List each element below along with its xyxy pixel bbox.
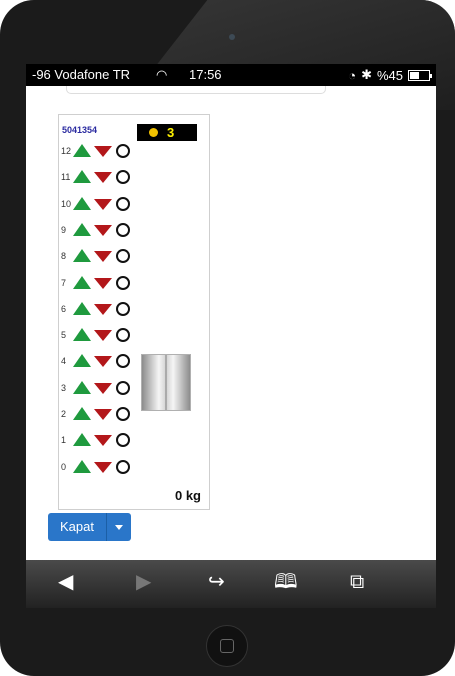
- elevator-panel: 5041354 3 12 11 10 9 8 7 6 5 4 3 2 1 0 0 kg: [58, 114, 210, 510]
- floor-row: 1: [59, 432, 149, 450]
- forward-arrow-icon[interactable]: ▶: [136, 572, 151, 592]
- call-up-icon[interactable]: [73, 222, 91, 236]
- wifi-icon: ◠: [156, 67, 168, 82]
- floor-row: 0: [59, 459, 149, 477]
- status-right: ◔ ✱ %45: [348, 67, 432, 83]
- floor-call-icon[interactable]: [116, 249, 130, 264]
- floor-row: 8: [59, 248, 149, 266]
- floor-row: 11: [59, 169, 149, 187]
- floor-number: 11: [61, 172, 71, 183]
- floor-number: 7: [61, 277, 67, 288]
- elevator-count: 3: [167, 125, 175, 140]
- page-top-edge: [66, 86, 326, 94]
- elevator-car-icon: [141, 354, 191, 411]
- floor-number: 5: [61, 330, 67, 341]
- call-up-icon[interactable]: [73, 328, 91, 342]
- floor-row: 3: [59, 380, 149, 398]
- call-up-icon[interactable]: [73, 170, 91, 184]
- floor-row: 2: [59, 406, 149, 424]
- call-down-icon[interactable]: [94, 330, 112, 342]
- floor-number: 0: [61, 461, 67, 472]
- home-button[interactable]: [206, 625, 248, 667]
- floor-call-icon[interactable]: [116, 301, 130, 316]
- floor-call-icon[interactable]: [116, 433, 130, 448]
- floor-number: 9: [61, 224, 67, 235]
- call-up-icon[interactable]: [73, 196, 91, 210]
- call-up-icon[interactable]: [73, 407, 91, 420]
- floor-row: 4: [59, 353, 149, 371]
- floor-number: 6: [61, 303, 67, 314]
- floor-row: 10: [59, 196, 149, 214]
- tablet-device: -96 Vodafone TR ◠ 17:56 ◔ ✱ %45 5041354 …: [0, 0, 455, 676]
- caret-down-icon: [114, 524, 123, 530]
- status-dot-icon: [149, 128, 158, 137]
- call-down-icon[interactable]: [94, 172, 112, 184]
- floor-call-icon[interactable]: [116, 222, 130, 237]
- call-down-icon[interactable]: [94, 146, 112, 157]
- close-options-dropdown[interactable]: [106, 513, 131, 541]
- call-down-icon[interactable]: [94, 409, 112, 420]
- share-icon[interactable]: ↪: [208, 572, 225, 592]
- call-up-icon[interactable]: [73, 459, 91, 473]
- back-arrow-icon[interactable]: ◀: [58, 572, 73, 592]
- floor-number: 12: [61, 146, 72, 156]
- floor-number: 8: [61, 251, 67, 262]
- floor-call-icon[interactable]: [116, 328, 130, 343]
- floor-call-icon[interactable]: [116, 196, 130, 211]
- browser-toolbar: ◀ ▶ ↪ 🕮 ⧉: [26, 560, 436, 608]
- call-down-icon[interactable]: [94, 198, 112, 210]
- call-up-icon[interactable]: [73, 249, 91, 263]
- battery-percent: %45: [376, 67, 403, 83]
- floor-number: 2: [61, 409, 67, 419]
- floor-row: 12: [59, 143, 149, 161]
- battery-icon: [408, 69, 432, 81]
- call-up-icon[interactable]: [73, 354, 91, 368]
- floor-number: 1: [61, 435, 67, 446]
- call-up-icon[interactable]: [73, 275, 91, 289]
- close-button-group: Kapat: [48, 513, 131, 541]
- close-button[interactable]: Kapat: [48, 513, 107, 541]
- floor-call-icon[interactable]: [116, 275, 130, 290]
- floor-number: 4: [61, 356, 67, 367]
- call-up-icon[interactable]: [73, 144, 91, 157]
- call-down-icon[interactable]: [94, 224, 112, 236]
- call-up-icon[interactable]: [73, 301, 91, 315]
- floor-call-icon[interactable]: [116, 170, 130, 185]
- call-down-icon[interactable]: [94, 356, 112, 368]
- floor-number: 10: [61, 198, 72, 209]
- tabs-icon[interactable]: ⧉: [350, 572, 364, 592]
- floor-row: 7: [59, 275, 149, 293]
- screen: -96 Vodafone TR ◠ 17:56 ◔ ✱ %45 5041354 …: [26, 64, 436, 608]
- floor-row: 9: [59, 222, 149, 240]
- floor-call-icon[interactable]: [116, 354, 130, 369]
- floor-call-icon[interactable]: [116, 144, 130, 158]
- call-down-icon[interactable]: [94, 277, 112, 289]
- bluetooth-icon: ✱: [361, 67, 372, 82]
- floor-call-icon[interactable]: [116, 459, 130, 474]
- home-square-icon: [220, 639, 234, 653]
- call-down-icon[interactable]: [94, 435, 112, 447]
- floor-number: 3: [61, 382, 67, 393]
- call-down-icon[interactable]: [94, 382, 112, 394]
- status-time: 17:56: [189, 67, 222, 82]
- elevator-load: 0 kg: [174, 488, 201, 503]
- floor-call-icon[interactable]: [116, 380, 130, 395]
- floor-call-icon[interactable]: [116, 407, 130, 421]
- bookmarks-icon[interactable]: 🕮: [274, 572, 298, 592]
- elevator-count-badge: 3: [137, 124, 197, 141]
- front-camera: [229, 34, 235, 40]
- carrier-signal: -96 Vodafone TR: [32, 67, 131, 82]
- call-down-icon[interactable]: [94, 251, 112, 263]
- floor-row: 6: [59, 301, 149, 319]
- elevator-id: 5041354: [62, 125, 98, 135]
- clock-icon: ◔: [348, 67, 357, 83]
- call-down-icon[interactable]: [94, 461, 112, 473]
- call-up-icon[interactable]: [73, 433, 91, 447]
- floor-row: 5: [59, 327, 149, 345]
- status-bar: -96 Vodafone TR ◠ 17:56 ◔ ✱ %45: [26, 64, 436, 86]
- call-down-icon[interactable]: [94, 303, 112, 315]
- call-up-icon[interactable]: [73, 380, 91, 394]
